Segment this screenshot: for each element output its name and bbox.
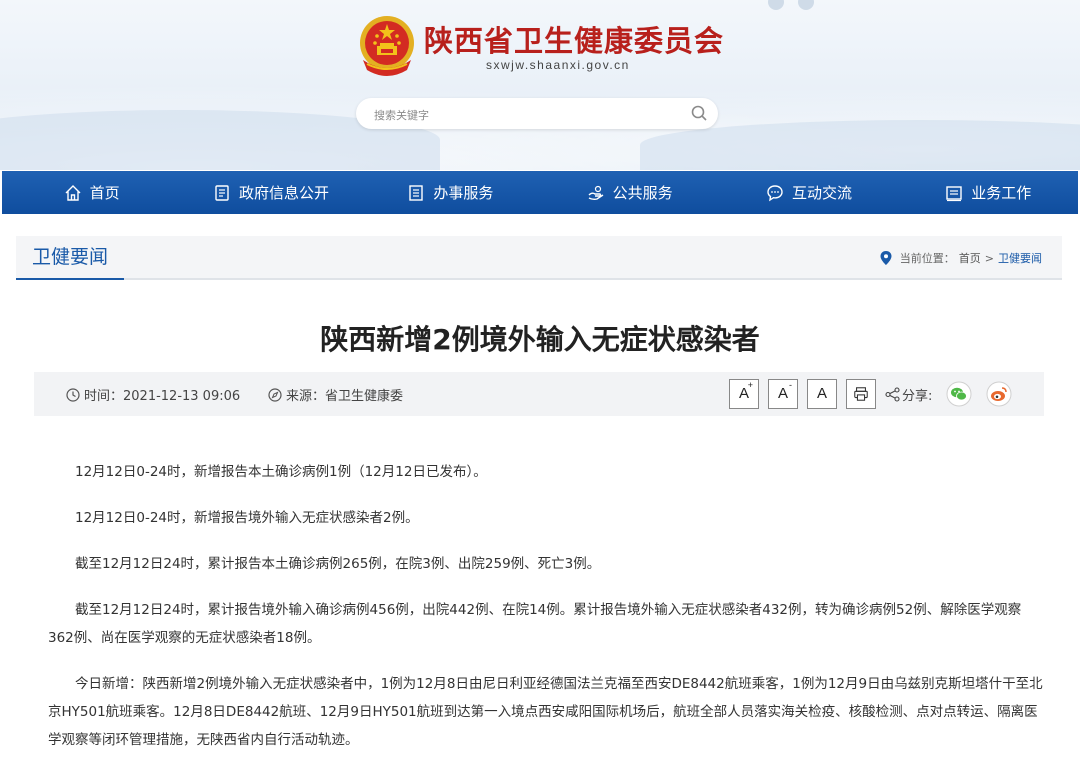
document-icon — [215, 184, 229, 201]
home-icon — [65, 184, 81, 201]
article-body: 12月12日0-24时，新增报告本土确诊病例1例（12月12日已发布）。 12月… — [48, 458, 1044, 772]
font-increase-button[interactable]: A + — [729, 379, 759, 409]
nav-label: 业务工作 — [971, 184, 1032, 202]
article-time-text: 时间：2021-12-13 09:06 — [84, 389, 241, 404]
section-header: 卫健要闻 当前位置： 首页 > 卫健要闻 — [16, 236, 1062, 280]
site-title[interactable]: 陕西省卫生健康委员会 — [424, 18, 724, 60]
weibo-share-icon[interactable] — [986, 381, 1012, 407]
service-icon — [588, 185, 604, 200]
article-paragraph: 12月12日0-24时，新增报告本土确诊病例1例（12月12日已发布）。 — [75, 464, 487, 480]
search-box — [356, 98, 718, 129]
print-button[interactable] — [846, 379, 876, 409]
site-url: sxwjw.shaanxi.gov.cn — [486, 58, 630, 72]
search-icon[interactable] — [690, 104, 708, 122]
share-icon — [885, 386, 900, 402]
clock-icon — [66, 387, 80, 402]
nav-label: 首页 — [89, 184, 120, 202]
search-input[interactable] — [372, 104, 676, 126]
article-paragraph: 今日新增：陕西新增2例境外输入无症状感染者中，1例为12月8日由尼日利亚经德国法… — [48, 676, 1043, 748]
nav-item-home[interactable]: 首页 — [2, 171, 181, 214]
nav-item-business[interactable]: 业务工作 — [899, 171, 1078, 214]
nav-item-services[interactable]: 办事服务 — [361, 171, 540, 214]
top-decoration — [768, 0, 814, 10]
article-source-text: 来源：省卫生健康委 — [286, 389, 404, 404]
article-meta-bar: 时间：2021-12-13 09:06 来源：省卫生健康委 A + A- A 分享… — [34, 372, 1044, 416]
breadcrumb-home-link[interactable]: 首页 — [959, 250, 981, 266]
article-paragraph: 12月12日0-24时，新增报告境外输入无症状感染者2例。 — [75, 510, 419, 526]
article-paragraph: 截至12月12日24时，累计报告本土确诊病例265例，在院3例、出院259例、死… — [75, 556, 601, 572]
section-title[interactable]: 卫健要闻 — [16, 236, 125, 280]
nav-item-interaction[interactable]: 互动交流 — [719, 171, 898, 214]
location-pin-icon — [880, 251, 892, 265]
article-paragraph: 截至12月12日24时，累计报告境外输入确诊病例456例，出院442例、在院14… — [48, 602, 1022, 646]
share-label: 分享: — [902, 388, 933, 404]
font-reset-button[interactable]: A — [807, 379, 837, 409]
breadcrumb: 当前位置： 首页 > 卫健要闻 — [880, 250, 1042, 266]
article-time: 时间：2021-12-13 09:06 — [66, 385, 240, 404]
nav-item-public-services[interactable]: 公共服务 — [540, 171, 719, 214]
wechat-share-icon[interactable] — [946, 381, 972, 407]
nav-item-gov-info[interactable]: 政府信息公开 — [181, 171, 360, 214]
breadcrumb-separator: > — [984, 251, 994, 265]
list-icon — [409, 184, 424, 201]
briefcase-icon — [946, 185, 962, 201]
print-icon — [854, 387, 868, 401]
national-emblem-icon — [360, 16, 414, 76]
font-decrease-button[interactable]: A- — [768, 379, 798, 409]
nav-label: 政府信息公开 — [238, 184, 329, 202]
compass-icon — [268, 387, 282, 402]
article-title: 陕西新增2例境外输入无症状感染者 — [320, 323, 760, 356]
breadcrumb-current-link[interactable]: 卫健要闻 — [998, 250, 1042, 266]
article-tools: A + A- A 分享: — [729, 379, 1026, 409]
main-nav: 首页 政府信息公开 办事服务 公共服务 互动交流 业务工作 — [2, 171, 1078, 214]
breadcrumb-label: 当前位置： — [899, 252, 955, 265]
chat-icon — [767, 184, 783, 201]
nav-label: 互动交流 — [791, 184, 852, 202]
article-source: 来源：省卫生健康委 — [268, 385, 403, 404]
nav-label: 公共服务 — [612, 184, 673, 202]
nav-label: 办事服务 — [433, 184, 494, 202]
